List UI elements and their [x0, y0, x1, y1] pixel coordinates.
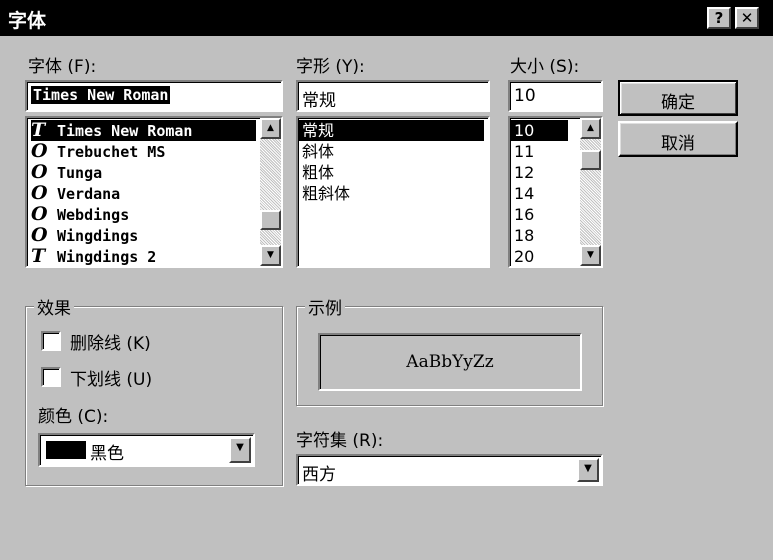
- script-select[interactable]: 西方 ▼: [296, 454, 603, 486]
- style-input[interactable]: 常规: [296, 80, 490, 112]
- font-list-item[interactable]: O Webdings: [31, 204, 256, 225]
- style-list-item[interactable]: 常规: [298, 120, 484, 141]
- underline-checkbox[interactable]: [41, 367, 61, 387]
- script-label: 字符集 (R):: [296, 431, 384, 451]
- ok-button[interactable]: 确定: [618, 80, 738, 116]
- scroll-up-icon[interactable]: ▲: [260, 118, 281, 139]
- font-list-item[interactable]: O Tunga: [31, 162, 256, 183]
- title-bar: 字体 ? ✕: [0, 0, 773, 36]
- truetype-icon: T: [31, 245, 46, 267]
- chevron-down-icon[interactable]: ▼: [577, 458, 599, 482]
- window-title: 字体: [8, 10, 47, 32]
- font-list-scrollbar[interactable]: ▲ ▼: [260, 118, 281, 266]
- scroll-thumb[interactable]: [580, 150, 601, 170]
- scroll-thumb[interactable]: [260, 210, 281, 230]
- opentype-icon: O: [31, 224, 48, 246]
- style-list-item[interactable]: 斜体: [298, 141, 334, 162]
- style-list-item[interactable]: 粗斜体: [298, 183, 350, 204]
- sample-title: 示例: [305, 294, 345, 319]
- size-list-item[interactable]: 18: [510, 225, 534, 246]
- font-list-item[interactable]: O Verdana: [31, 183, 256, 204]
- scroll-up-icon[interactable]: ▲: [580, 118, 601, 139]
- help-button[interactable]: ?: [707, 7, 731, 29]
- underline-label[interactable]: 下划线 (U): [70, 365, 152, 390]
- size-list-item[interactable]: 12: [510, 162, 534, 183]
- opentype-icon: O: [31, 203, 48, 225]
- font-label: 字体 (F):: [28, 57, 97, 77]
- size-list-item[interactable]: 16: [510, 204, 534, 225]
- size-list-item[interactable]: 20: [510, 246, 534, 266]
- color-label: 颜色 (C):: [38, 407, 109, 427]
- opentype-icon: O: [31, 140, 48, 162]
- strikeout-label[interactable]: 删除线 (K): [70, 329, 151, 354]
- opentype-icon: O: [31, 182, 48, 204]
- font-name-value: Times New Roman: [31, 86, 171, 104]
- size-value: 10: [514, 86, 536, 106]
- sample-preview: AaBbYyZz: [318, 333, 582, 391]
- font-list-item[interactable]: O Wingdings: [31, 225, 256, 246]
- scroll-down-icon[interactable]: ▼: [260, 245, 281, 266]
- font-list-item-label: Verdana: [57, 185, 121, 203]
- font-name-input[interactable]: Times New Roman: [25, 80, 283, 112]
- size-list[interactable]: 10 11 12 14 16 18 20 ▲ ▼: [508, 116, 603, 268]
- font-list-item[interactable]: T Wingdings 2: [31, 246, 256, 267]
- font-list-item-label: Trebuchet MS: [57, 143, 166, 161]
- font-list-item-label: Times New Roman: [57, 122, 193, 140]
- cancel-button[interactable]: 取消: [618, 121, 738, 157]
- sample-text: AaBbYyZz: [406, 352, 494, 372]
- font-list-item-label: Wingdings: [57, 227, 139, 245]
- chevron-down-icon[interactable]: ▼: [229, 437, 251, 463]
- style-value: 常规: [302, 91, 336, 111]
- size-label: 大小 (S):: [510, 57, 580, 77]
- strikeout-checkbox[interactable]: [41, 331, 61, 351]
- color-value: 黑色: [90, 444, 124, 464]
- truetype-icon: T: [31, 119, 46, 141]
- effects-title: 效果: [34, 294, 74, 319]
- size-list-item[interactable]: 14: [510, 183, 534, 204]
- size-list-item[interactable]: 10: [510, 120, 568, 141]
- font-list[interactable]: T Times New Roman O Trebuchet MS O Tunga O Verd…: [25, 116, 283, 268]
- opentype-icon: O: [31, 161, 48, 183]
- font-list-item[interactable]: O Trebuchet MS: [31, 141, 256, 162]
- font-list-item[interactable]: T Times New Roman: [31, 120, 256, 141]
- close-button[interactable]: ✕: [735, 7, 759, 29]
- size-list-item[interactable]: 11: [510, 141, 534, 162]
- script-value: 西方: [302, 465, 336, 485]
- size-input[interactable]: 10: [508, 80, 603, 112]
- style-list[interactable]: 常规 斜体 粗体 粗斜体: [296, 116, 490, 268]
- color-select[interactable]: 黑色 ▼: [38, 433, 255, 467]
- font-list-item-label: Tunga: [57, 164, 103, 182]
- color-swatch: [46, 441, 86, 459]
- font-list-item-label: Webdings: [57, 206, 130, 224]
- style-label: 字形 (Y):: [296, 57, 365, 77]
- size-list-scrollbar[interactable]: ▲ ▼: [580, 118, 601, 266]
- style-list-item[interactable]: 粗体: [298, 162, 334, 183]
- font-list-item-label: Wingdings 2: [57, 248, 157, 266]
- scroll-down-icon[interactable]: ▼: [580, 245, 601, 266]
